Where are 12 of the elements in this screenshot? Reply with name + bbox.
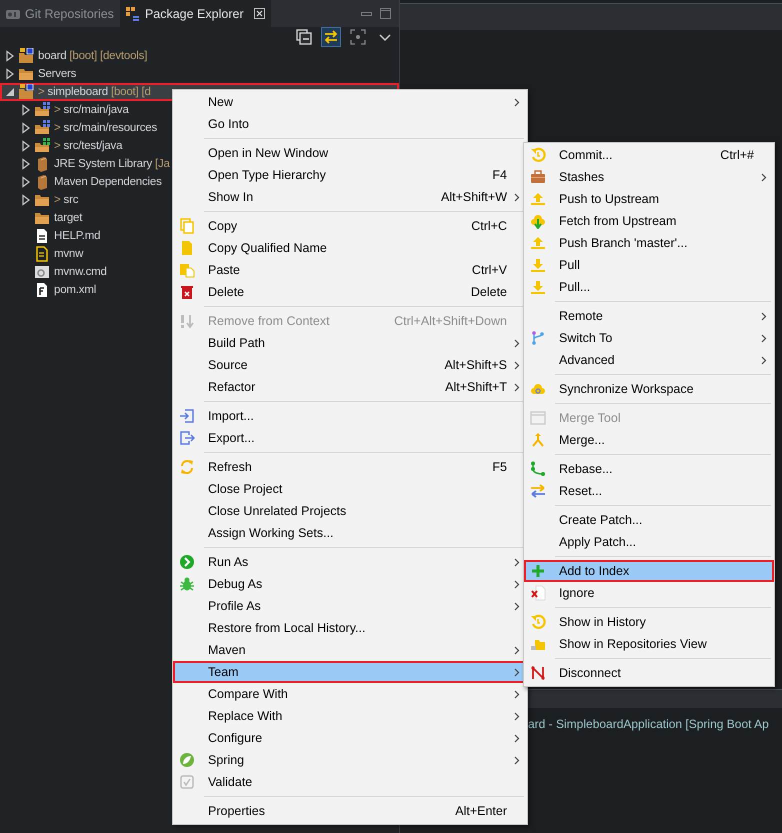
shortcut-label: Alt+Shift+W — [441, 190, 507, 204]
shortcut-label: F5 — [492, 460, 507, 474]
shortcut-label: Ctrl+V — [472, 263, 507, 277]
shortcut-label: Alt+Shift+T — [445, 380, 507, 394]
shortcut-label: Alt+Shift+S — [444, 358, 507, 372]
shortcut-label: Alt+Enter — [455, 804, 507, 818]
shortcut-label: Ctrl+# — [720, 148, 754, 162]
shortcut-label: F4 — [492, 168, 507, 182]
shortcut-label: Delete — [470, 285, 507, 299]
shortcut-label: Ctrl+Alt+Shift+Down — [394, 314, 507, 328]
console-line: ard - SimpleboardApplication [Spring Boot Ap — [528, 717, 769, 731]
shortcut-label: Ctrl+C — [471, 219, 507, 233]
